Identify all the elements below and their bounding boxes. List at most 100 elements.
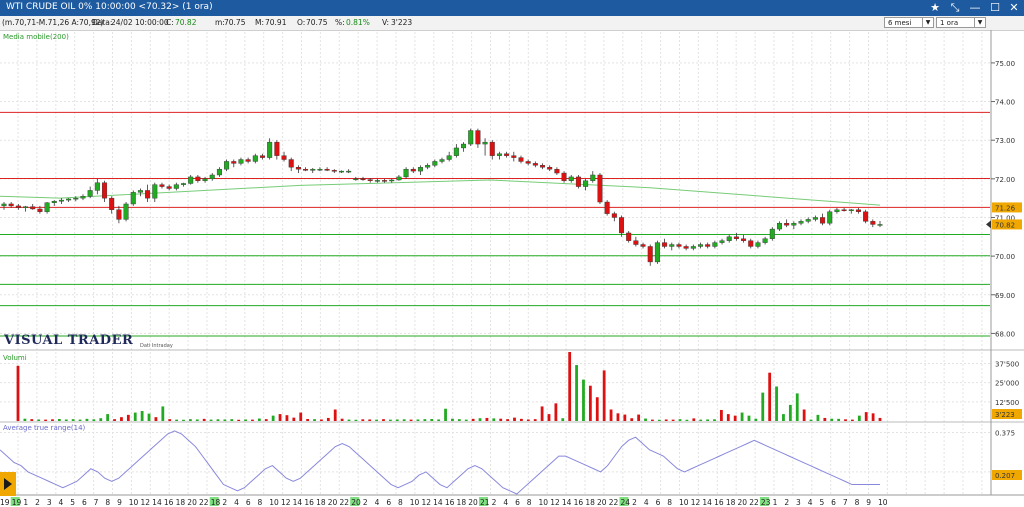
volume-tick-label: 12'500 [995, 399, 1019, 407]
candle-body [389, 179, 395, 182]
candle-body [776, 223, 782, 230]
volume-bar [326, 417, 330, 421]
volume-bar [795, 393, 799, 421]
candle-body [877, 224, 883, 226]
volume-bar [223, 419, 227, 421]
x-axis-label: 10 [129, 498, 139, 507]
candle-body [216, 168, 222, 176]
volume-bar [492, 418, 496, 421]
candle-body [705, 244, 711, 247]
candle-body [346, 170, 352, 173]
candle-body [848, 209, 854, 211]
volume-bar [430, 419, 434, 421]
volume-bar [671, 419, 675, 421]
volume-bar [520, 418, 523, 421]
volume-bar [451, 418, 454, 421]
candle-body [597, 174, 603, 203]
candle-body [58, 199, 64, 202]
volume-bar [423, 419, 427, 421]
candle-body [669, 244, 675, 247]
volume-bar [623, 414, 627, 421]
atr-panel-label: Average true range(14) [3, 424, 86, 432]
candle-body [116, 209, 122, 220]
x-axis-label: 22 [749, 498, 759, 507]
x-axis-label: 1 [23, 498, 28, 507]
volume-bar [499, 418, 503, 421]
x-axis-label: 6 [246, 498, 251, 507]
candle-body [195, 176, 201, 181]
chart-area[interactable]: 75.0074.0073.0072.0071.0070.0069.0068.00… [0, 0, 1024, 507]
volume-bar [768, 372, 772, 421]
x-axis-label: 18 [176, 498, 186, 507]
volume-bar [775, 386, 778, 421]
volume-bar [816, 414, 820, 421]
price-badge-label: 70.82 [995, 221, 1015, 229]
price-tick-label: 73.00 [995, 137, 1015, 145]
volume-bar [285, 415, 289, 421]
candle-body [173, 184, 179, 189]
candle-body [37, 208, 43, 212]
volume-bar [871, 413, 875, 421]
volume-bar [464, 419, 468, 421]
volume-bar [437, 419, 441, 421]
candle-body [633, 240, 639, 245]
candle-body [561, 172, 567, 181]
volume-bar [588, 385, 592, 421]
candle-body [1, 203, 7, 207]
candle-body [303, 168, 309, 171]
candle-body [690, 246, 696, 249]
volume-bar [830, 418, 834, 421]
candle-body [374, 180, 380, 182]
volume-bar [637, 414, 641, 421]
x-axis-label: 8 [105, 498, 110, 507]
price-tick-label: 75.00 [995, 60, 1015, 68]
scroll-left-button[interactable] [0, 472, 16, 496]
x-axis-label: 6 [386, 498, 391, 507]
volume-bar [375, 419, 378, 421]
x-axis-label: 18 [585, 498, 595, 507]
x-axis-label: 7 [843, 498, 848, 507]
candle-body [123, 203, 129, 220]
x-axis-label: 4 [59, 498, 64, 507]
candle-body [102, 182, 108, 199]
candle-body [209, 174, 215, 180]
x-axis-label: 7 [94, 498, 99, 507]
volume-bar [154, 417, 158, 421]
volume-bar [713, 419, 716, 421]
x-axis-label: 20 [597, 498, 607, 507]
candle-body [748, 240, 754, 247]
volume-bar [347, 419, 351, 421]
volume-bar [395, 419, 399, 421]
candle-body [640, 244, 646, 247]
candle-body [741, 238, 747, 241]
candle-body [697, 244, 703, 247]
x-axis-label: 2 [784, 498, 789, 507]
price-pointer-icon [986, 220, 991, 229]
candle-body [827, 211, 833, 224]
candle-body [267, 141, 273, 158]
volume-bar [202, 418, 206, 421]
atr-tick-label: 0.375 [995, 429, 1015, 437]
candle-body [654, 242, 660, 263]
volume-bar [457, 419, 461, 421]
candle-body [475, 130, 481, 145]
x-axis-label: 6 [831, 498, 836, 507]
candle-body [51, 201, 57, 203]
volume-bar [161, 406, 165, 421]
x-axis-label: 24 [620, 498, 630, 507]
x-axis-label: 23 [761, 498, 771, 507]
candle-body [820, 217, 826, 224]
volume-bar [726, 414, 730, 421]
volume-badge-label: 3'223 [995, 411, 1015, 419]
candle-body [231, 161, 237, 164]
volume-bar [740, 412, 744, 421]
candle-body [575, 176, 581, 187]
x-axis-label: 14 [152, 498, 162, 507]
x-axis-label: 20 [468, 498, 478, 507]
volume-bar [292, 417, 296, 421]
x-axis-label: 18 [726, 498, 736, 507]
x-axis-label: 19 [0, 498, 10, 507]
candle-body [439, 159, 445, 162]
moving-average-label: Media mobile(200) [3, 33, 69, 41]
atr-badge-label: 0.207 [995, 472, 1015, 480]
